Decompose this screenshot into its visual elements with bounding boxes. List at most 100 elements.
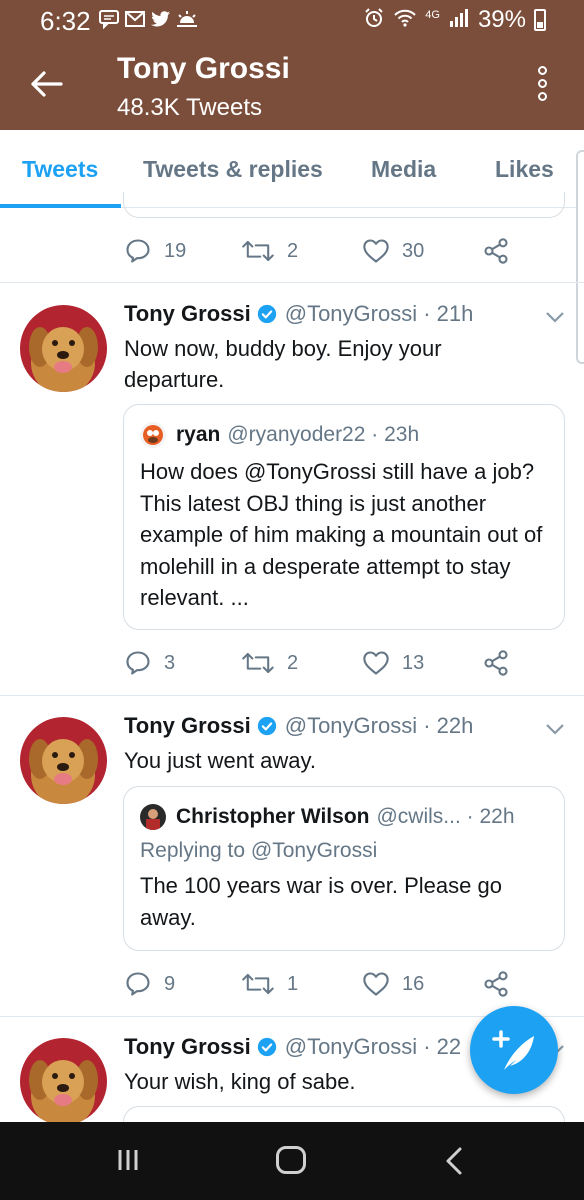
reply-button[interactable]: 9 xyxy=(124,968,175,1000)
reply-count: 3 xyxy=(164,651,176,674)
share-button[interactable] xyxy=(482,235,510,267)
battery-percent: 39% xyxy=(477,6,526,33)
avatar[interactable] xyxy=(20,305,107,392)
back-chevron-icon[interactable] xyxy=(444,1146,464,1176)
alarm-icon xyxy=(363,7,385,34)
like-count: 30 xyxy=(402,239,425,262)
tweet-header: Tony Grossi @TonyGrossi · 21h xyxy=(124,301,473,327)
tweet-actions: 3 2 13 xyxy=(124,647,524,679)
reply-count: 19 xyxy=(164,239,187,262)
heart-icon xyxy=(363,239,389,263)
quoted-tweet-card[interactable] xyxy=(123,192,565,218)
tweet-divider xyxy=(0,282,584,283)
quoted-tweet-header: Christopher Wilson @cwils... · 22h xyxy=(140,804,515,830)
avatar[interactable] xyxy=(20,1038,107,1125)
retweet-icon xyxy=(242,973,274,995)
tweet-actions: 9 1 16 xyxy=(124,968,524,1000)
like-count: 16 xyxy=(402,972,425,995)
active-tab-indicator xyxy=(0,204,121,208)
quoted-avatar xyxy=(140,804,166,830)
quoted-tweet-text: How does @TonyGrossi still have a job? T… xyxy=(140,459,543,610)
home-icon[interactable] xyxy=(276,1146,306,1174)
retweet-button[interactable]: 1 xyxy=(241,968,298,1000)
share-button[interactable] xyxy=(482,968,510,1000)
reply-button[interactable]: 3 xyxy=(124,647,175,679)
share-icon xyxy=(484,238,508,264)
retweet-count: 2 xyxy=(287,651,299,674)
chevron-down-icon[interactable] xyxy=(544,722,566,736)
author-handle-time: @TonyGrossi · 22 xyxy=(284,1034,462,1059)
share-icon xyxy=(484,971,508,997)
retweet-icon xyxy=(242,652,274,674)
wifi-icon xyxy=(393,7,417,34)
gmail-icon xyxy=(124,9,145,29)
author-handle-time: @TonyGrossi · 21h xyxy=(284,301,474,326)
share-icon xyxy=(484,650,508,676)
tweet-header: Tony Grossi @TonyGrossi · 22 xyxy=(124,1034,461,1060)
replying-to: Replying to @TonyGrossi xyxy=(140,839,378,862)
author-name[interactable]: Tony Grossi xyxy=(124,713,251,739)
back-arrow-icon[interactable] xyxy=(30,62,66,106)
retweet-button[interactable]: 2 xyxy=(241,647,298,679)
retweet-icon xyxy=(242,240,274,262)
verified-badge-icon xyxy=(257,1037,276,1057)
chevron-down-icon[interactable] xyxy=(544,310,566,324)
verified-badge-icon xyxy=(257,716,276,736)
profile-header: Tony Grossi 48.3K Tweets xyxy=(0,42,584,130)
android-navigation-bar xyxy=(0,1122,584,1200)
quoted-author-name: ryan xyxy=(176,423,221,446)
avatar[interactable] xyxy=(20,717,107,804)
share-button[interactable] xyxy=(482,647,510,679)
reply-count: 9 xyxy=(164,972,176,995)
like-button[interactable]: 16 xyxy=(362,968,424,1000)
like-count: 13 xyxy=(402,651,425,674)
retweet-count: 1 xyxy=(287,972,299,995)
quoted-tweet-card[interactable]: ryan @ryanyoder22 · 23h How does @TonyGr… xyxy=(123,404,565,630)
messages-icon xyxy=(98,9,119,30)
scrollbar[interactable] xyxy=(576,150,584,364)
recent-apps-icon[interactable] xyxy=(116,1148,140,1172)
author-handle-time: @TonyGrossi · 22h xyxy=(284,713,474,738)
heart-icon xyxy=(363,651,389,675)
reply-button[interactable]: 19 xyxy=(124,235,186,267)
quoted-tweet-header: ryan @ryanyoder22 · 23h xyxy=(140,422,419,448)
compose-feather-icon xyxy=(492,1030,534,1070)
reply-icon xyxy=(126,651,150,675)
retweet-count: 2 xyxy=(287,239,299,262)
status-time: 6:32 xyxy=(40,6,91,36)
retweet-button[interactable]: 2 xyxy=(241,235,298,267)
compose-tweet-button[interactable] xyxy=(470,1006,558,1094)
twitter-icon xyxy=(150,9,170,29)
like-button[interactable]: 30 xyxy=(362,235,424,267)
tweet-divider xyxy=(0,695,584,696)
more-options-icon[interactable] xyxy=(530,66,554,110)
quoted-avatar xyxy=(140,422,166,448)
reply-icon xyxy=(126,972,150,996)
verified-badge-icon xyxy=(257,304,276,324)
signal-icon xyxy=(448,7,470,34)
author-name[interactable]: Tony Grossi xyxy=(124,1034,251,1060)
quoted-tweet-text: The 100 years war is over. Please go awa… xyxy=(140,873,502,930)
tweet-header: Tony Grossi @TonyGrossi · 22h xyxy=(124,713,473,739)
tab-media[interactable]: Media xyxy=(371,156,436,183)
tweet-actions: 19 2 30 xyxy=(124,235,524,267)
tab-tweets-replies[interactable]: Tweets & replies xyxy=(143,156,323,183)
tab-tweets[interactable]: Tweets xyxy=(22,156,98,183)
battery-icon xyxy=(534,9,546,31)
quoted-author-name: Christopher Wilson xyxy=(176,805,370,828)
tab-likes[interactable]: Likes xyxy=(495,156,554,183)
like-button[interactable]: 13 xyxy=(362,647,424,679)
notification-icons xyxy=(98,9,197,30)
system-status-icons: 4G 39% xyxy=(363,6,546,34)
weather-icon xyxy=(176,9,197,29)
status-bar: 6:32 4G 39% xyxy=(0,0,584,42)
author-name[interactable]: Tony Grossi xyxy=(124,301,251,327)
profile-name: Tony Grossi xyxy=(117,52,290,85)
quoted-author-handle: @ryanyoder22 · 23h xyxy=(227,423,420,446)
tweet-text: You just went away. xyxy=(124,748,317,773)
reply-icon xyxy=(126,239,150,263)
quoted-tweet-card[interactable]: Christopher Wilson @cwils... · 22h Reply… xyxy=(123,786,565,951)
quoted-author-handle: @cwils... · 22h xyxy=(376,805,515,828)
tweet-text: Now now, buddy boy. Enjoy your departure… xyxy=(124,336,442,392)
tweet-count: 48.3K Tweets xyxy=(117,94,262,121)
